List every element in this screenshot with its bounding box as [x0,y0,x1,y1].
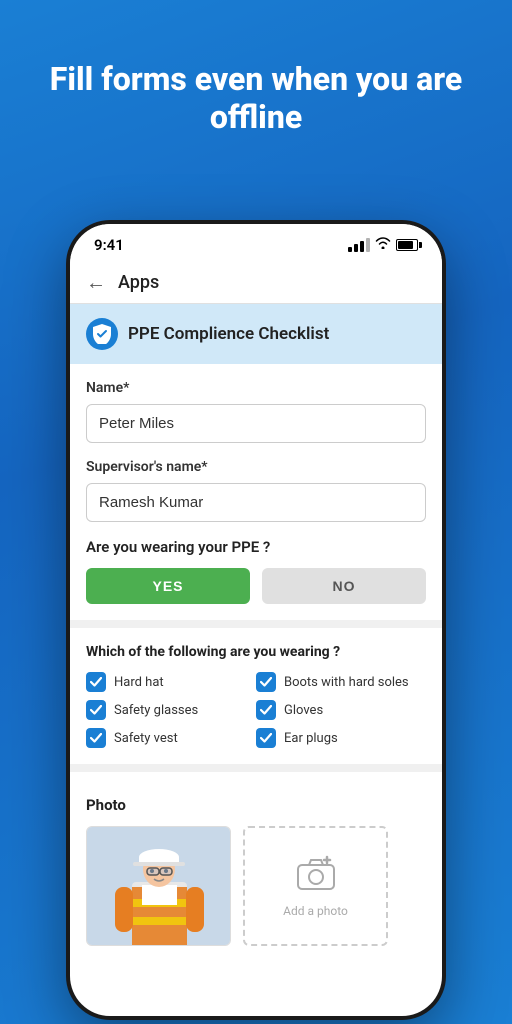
section-divider [70,620,442,628]
back-button[interactable]: ← [86,270,106,295]
name-field-group: Name* [86,380,426,443]
wearing-question: Which of the following are you wearing ? [86,644,426,660]
gloves-label: Gloves [284,703,323,718]
checklist-header: PPE Complience Checklist [70,304,442,364]
photo-section: Photo [70,780,442,962]
earplugs-label: Ear plugs [284,731,338,746]
status-bar: 9:41 [70,224,442,262]
photo-row: Add a photo [86,826,426,946]
add-photo-label: Add a photo [283,904,348,918]
phone-mockup: 9:41 [66,220,446,1020]
phone-shell: 9:41 [66,220,446,1020]
nav-title: Apps [118,272,159,293]
list-item: Boots with hard soles [256,672,426,692]
checkbox-gloves[interactable] [256,700,276,720]
add-photo-button[interactable]: Add a photo [243,826,388,946]
hard-hat-label: Hard hat [114,675,164,690]
shield-icon [86,318,118,350]
checkbox-glasses[interactable] [86,700,106,720]
form-section: Name* Supervisor's name* Are you wearing… [70,364,442,620]
glasses-label: Safety glasses [114,703,198,718]
checklist-title: PPE Complience Checklist [128,324,329,344]
list-item: Safety glasses [86,700,256,720]
name-label: Name* [86,380,426,396]
supervisor-field-group: Supervisor's name* [86,459,426,522]
checkbox-vest[interactable] [86,728,106,748]
yes-no-toggle: YES NO [86,568,426,604]
checkbox-earplugs[interactable] [256,728,276,748]
checkbox-hard-hat[interactable] [86,672,106,692]
checkbox-boots[interactable] [256,672,276,692]
ppe-question-row: Are you wearing your PPE ? YES NO [86,538,426,604]
supervisor-input[interactable] [86,483,426,522]
vest-label: Safety vest [114,731,178,746]
yes-button[interactable]: YES [86,568,250,604]
list-item: Ear plugs [256,728,426,748]
section-divider-2 [70,764,442,772]
hero-title: Fill forms even when you are offline [0,60,512,137]
photo-thumbnail[interactable] [86,826,231,946]
nav-bar: ← Apps [70,262,442,304]
checklist-section: Which of the following are you wearing ?… [70,628,442,764]
status-time: 9:41 [94,236,124,254]
ppe-question-text: Are you wearing your PPE ? [86,538,426,556]
camera-plus-icon [296,855,336,898]
wifi-icon [375,237,391,253]
list-item: Hard hat [86,672,256,692]
battery-icon [396,239,418,251]
signal-icon [348,238,370,252]
list-item: Safety vest [86,728,256,748]
no-button[interactable]: NO [262,568,426,604]
photo-title: Photo [86,796,426,814]
list-item: Gloves [256,700,426,720]
boots-label: Boots with hard soles [284,675,409,690]
checklist-grid: Hard hat Boots with hard soles Safety [86,672,426,748]
supervisor-label: Supervisor's name* [86,459,426,475]
status-icons [348,237,418,253]
phone-screen: 9:41 [70,224,442,1016]
name-input[interactable] [86,404,426,443]
